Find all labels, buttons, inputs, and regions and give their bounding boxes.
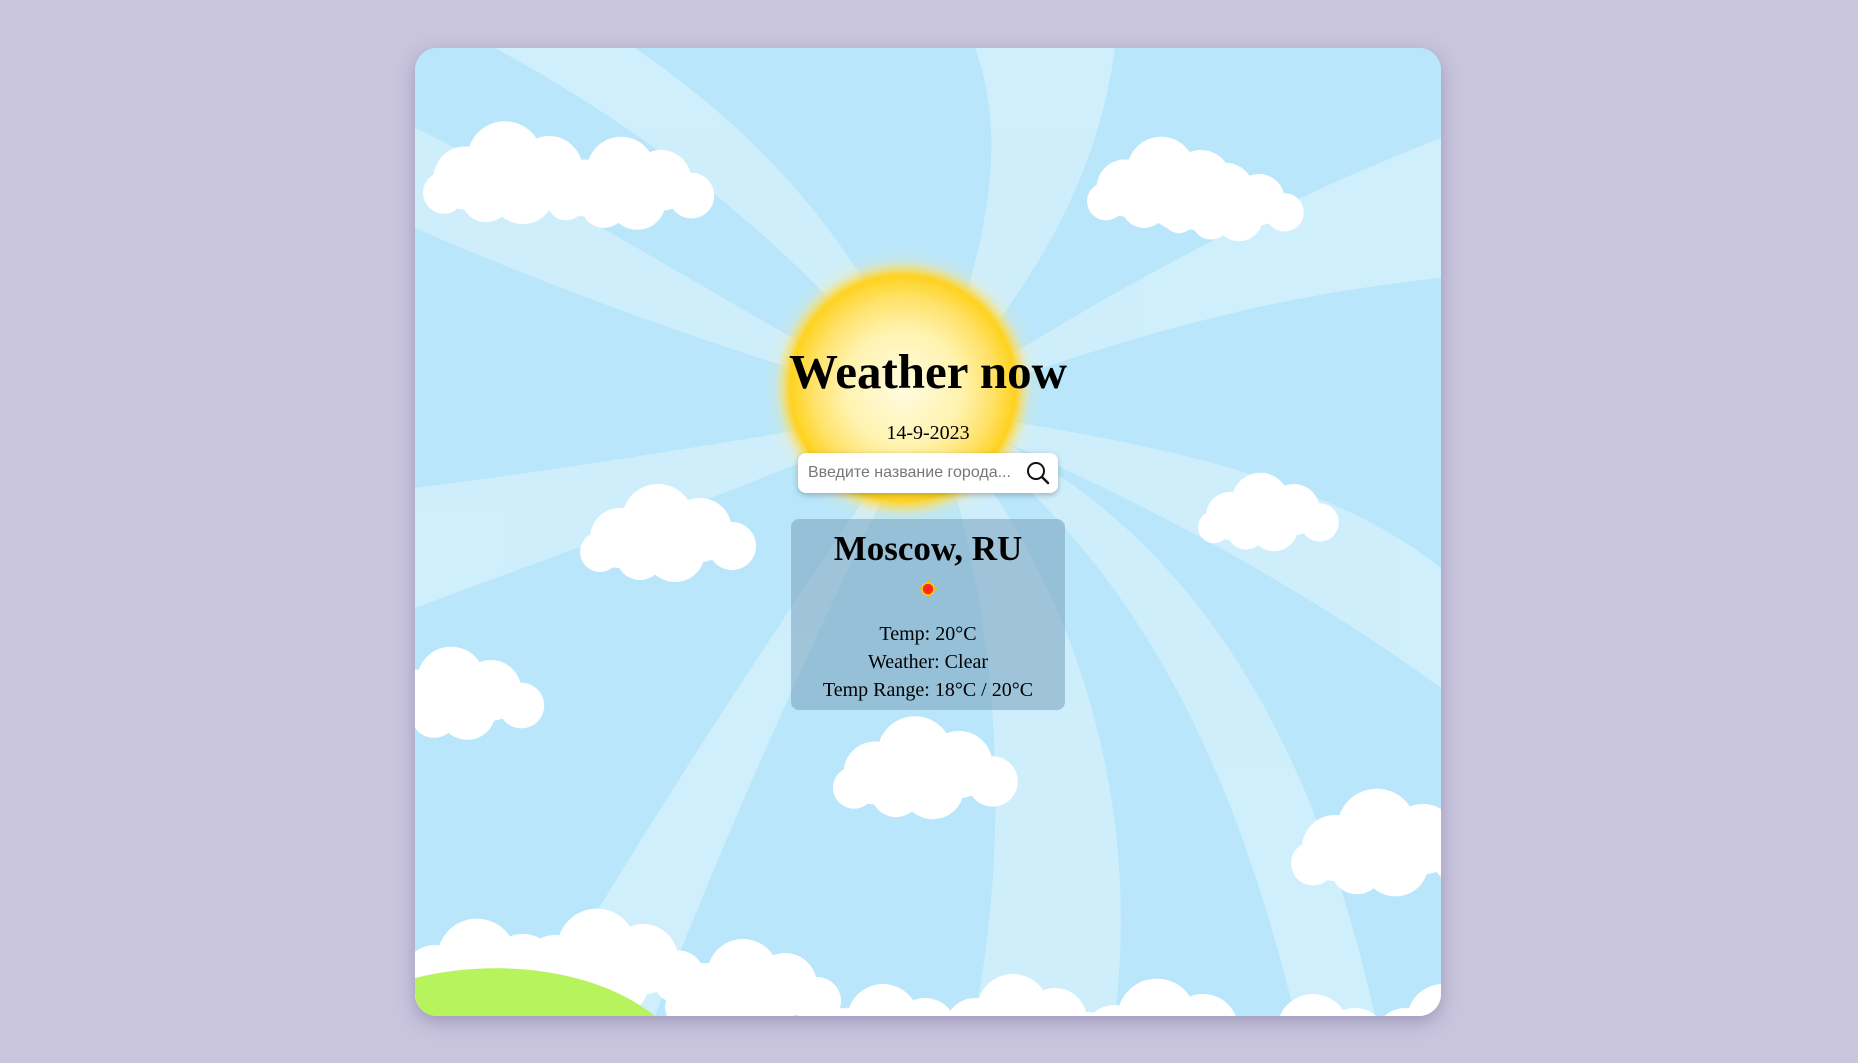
city-search-input[interactable] bbox=[798, 453, 1013, 493]
sun-icon bbox=[919, 580, 937, 598]
page-title: Weather now bbox=[788, 344, 1068, 399]
search-button[interactable] bbox=[1022, 457, 1054, 489]
weather-card: Weather now 14-9-2023 Moscow, RU Temp: 2… bbox=[415, 48, 1441, 1016]
temperature-text: Temp: 20°C bbox=[879, 623, 977, 645]
temperature-range: Temp Range: 18°C / 20°C bbox=[822, 679, 1034, 701]
search-icon bbox=[1027, 462, 1050, 485]
city-name: Moscow, RU bbox=[833, 529, 1023, 568]
current-date: 14-9-2023 bbox=[886, 422, 970, 444]
search-bar bbox=[798, 453, 1058, 493]
weather-description: Weather: Clear bbox=[868, 651, 988, 673]
weather-result-panel: Moscow, RU Temp: 20°C Weather: Clear Tem… bbox=[791, 519, 1065, 710]
